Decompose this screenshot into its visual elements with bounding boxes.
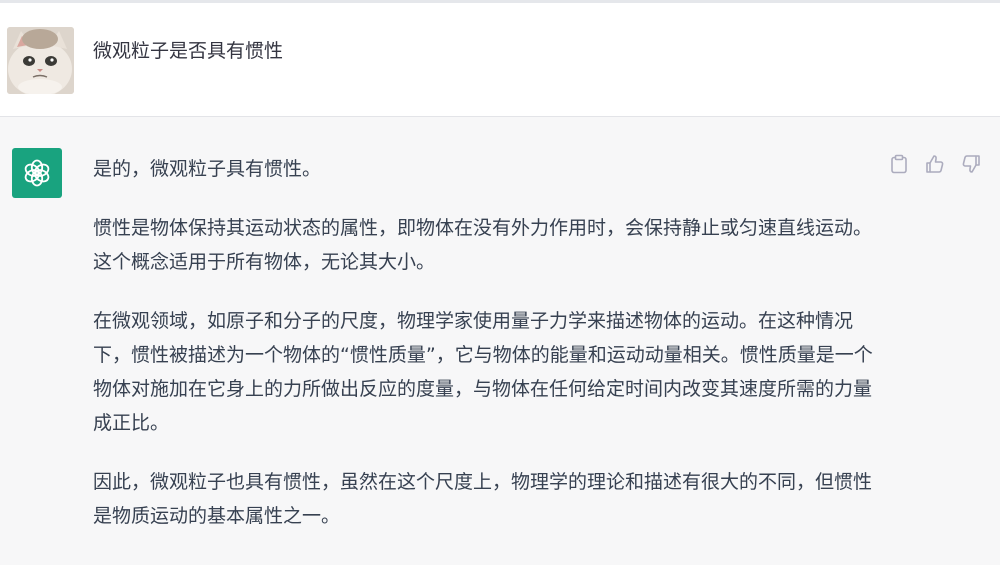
user-avatar (7, 27, 74, 94)
copy-button[interactable] (888, 152, 910, 176)
answer-paragraph: 在微观领域，如原子和分子的尺度，物理学家使用量子力学来描述物体的运动。在这种情况… (93, 310, 873, 434)
user-message-text: 微观粒子是否具有惯性 (93, 40, 284, 62)
clipboard-icon (891, 154, 907, 174)
thumbs-down-button[interactable] (960, 152, 982, 176)
assistant-avatar (12, 148, 62, 198)
openai-logo-icon (24, 159, 50, 187)
thumbs-down-icon (962, 155, 980, 173)
assistant-message-row: 是的，微观粒子具有惯性。 惯性是物体保持其运动状态的属性，即物体在没有外力作用时… (0, 117, 1000, 565)
message-actions (888, 151, 988, 177)
thumbs-up-button[interactable] (924, 152, 946, 176)
assistant-message-text: 是的，微观粒子具有惯性。 惯性是物体保持其运动状态的属性，即物体在没有外力作用时… (93, 152, 873, 558)
answer-paragraph: 惯性是物体保持其运动状态的属性，即物体在没有外力作用时，会保持静止或匀速直线运动… (93, 217, 873, 273)
answer-paragraph: 因此，微观粒子也具有惯性，虽然在这个尺度上，物理学的理论和描述有很大的不同，但惯… (93, 471, 873, 527)
cat-avatar-icon (7, 27, 74, 94)
answer-paragraph: 是的，微观粒子具有惯性。 (93, 158, 322, 180)
thumbs-up-icon (926, 155, 944, 173)
user-message-row: 微观粒子是否具有惯性 (0, 3, 1000, 117)
